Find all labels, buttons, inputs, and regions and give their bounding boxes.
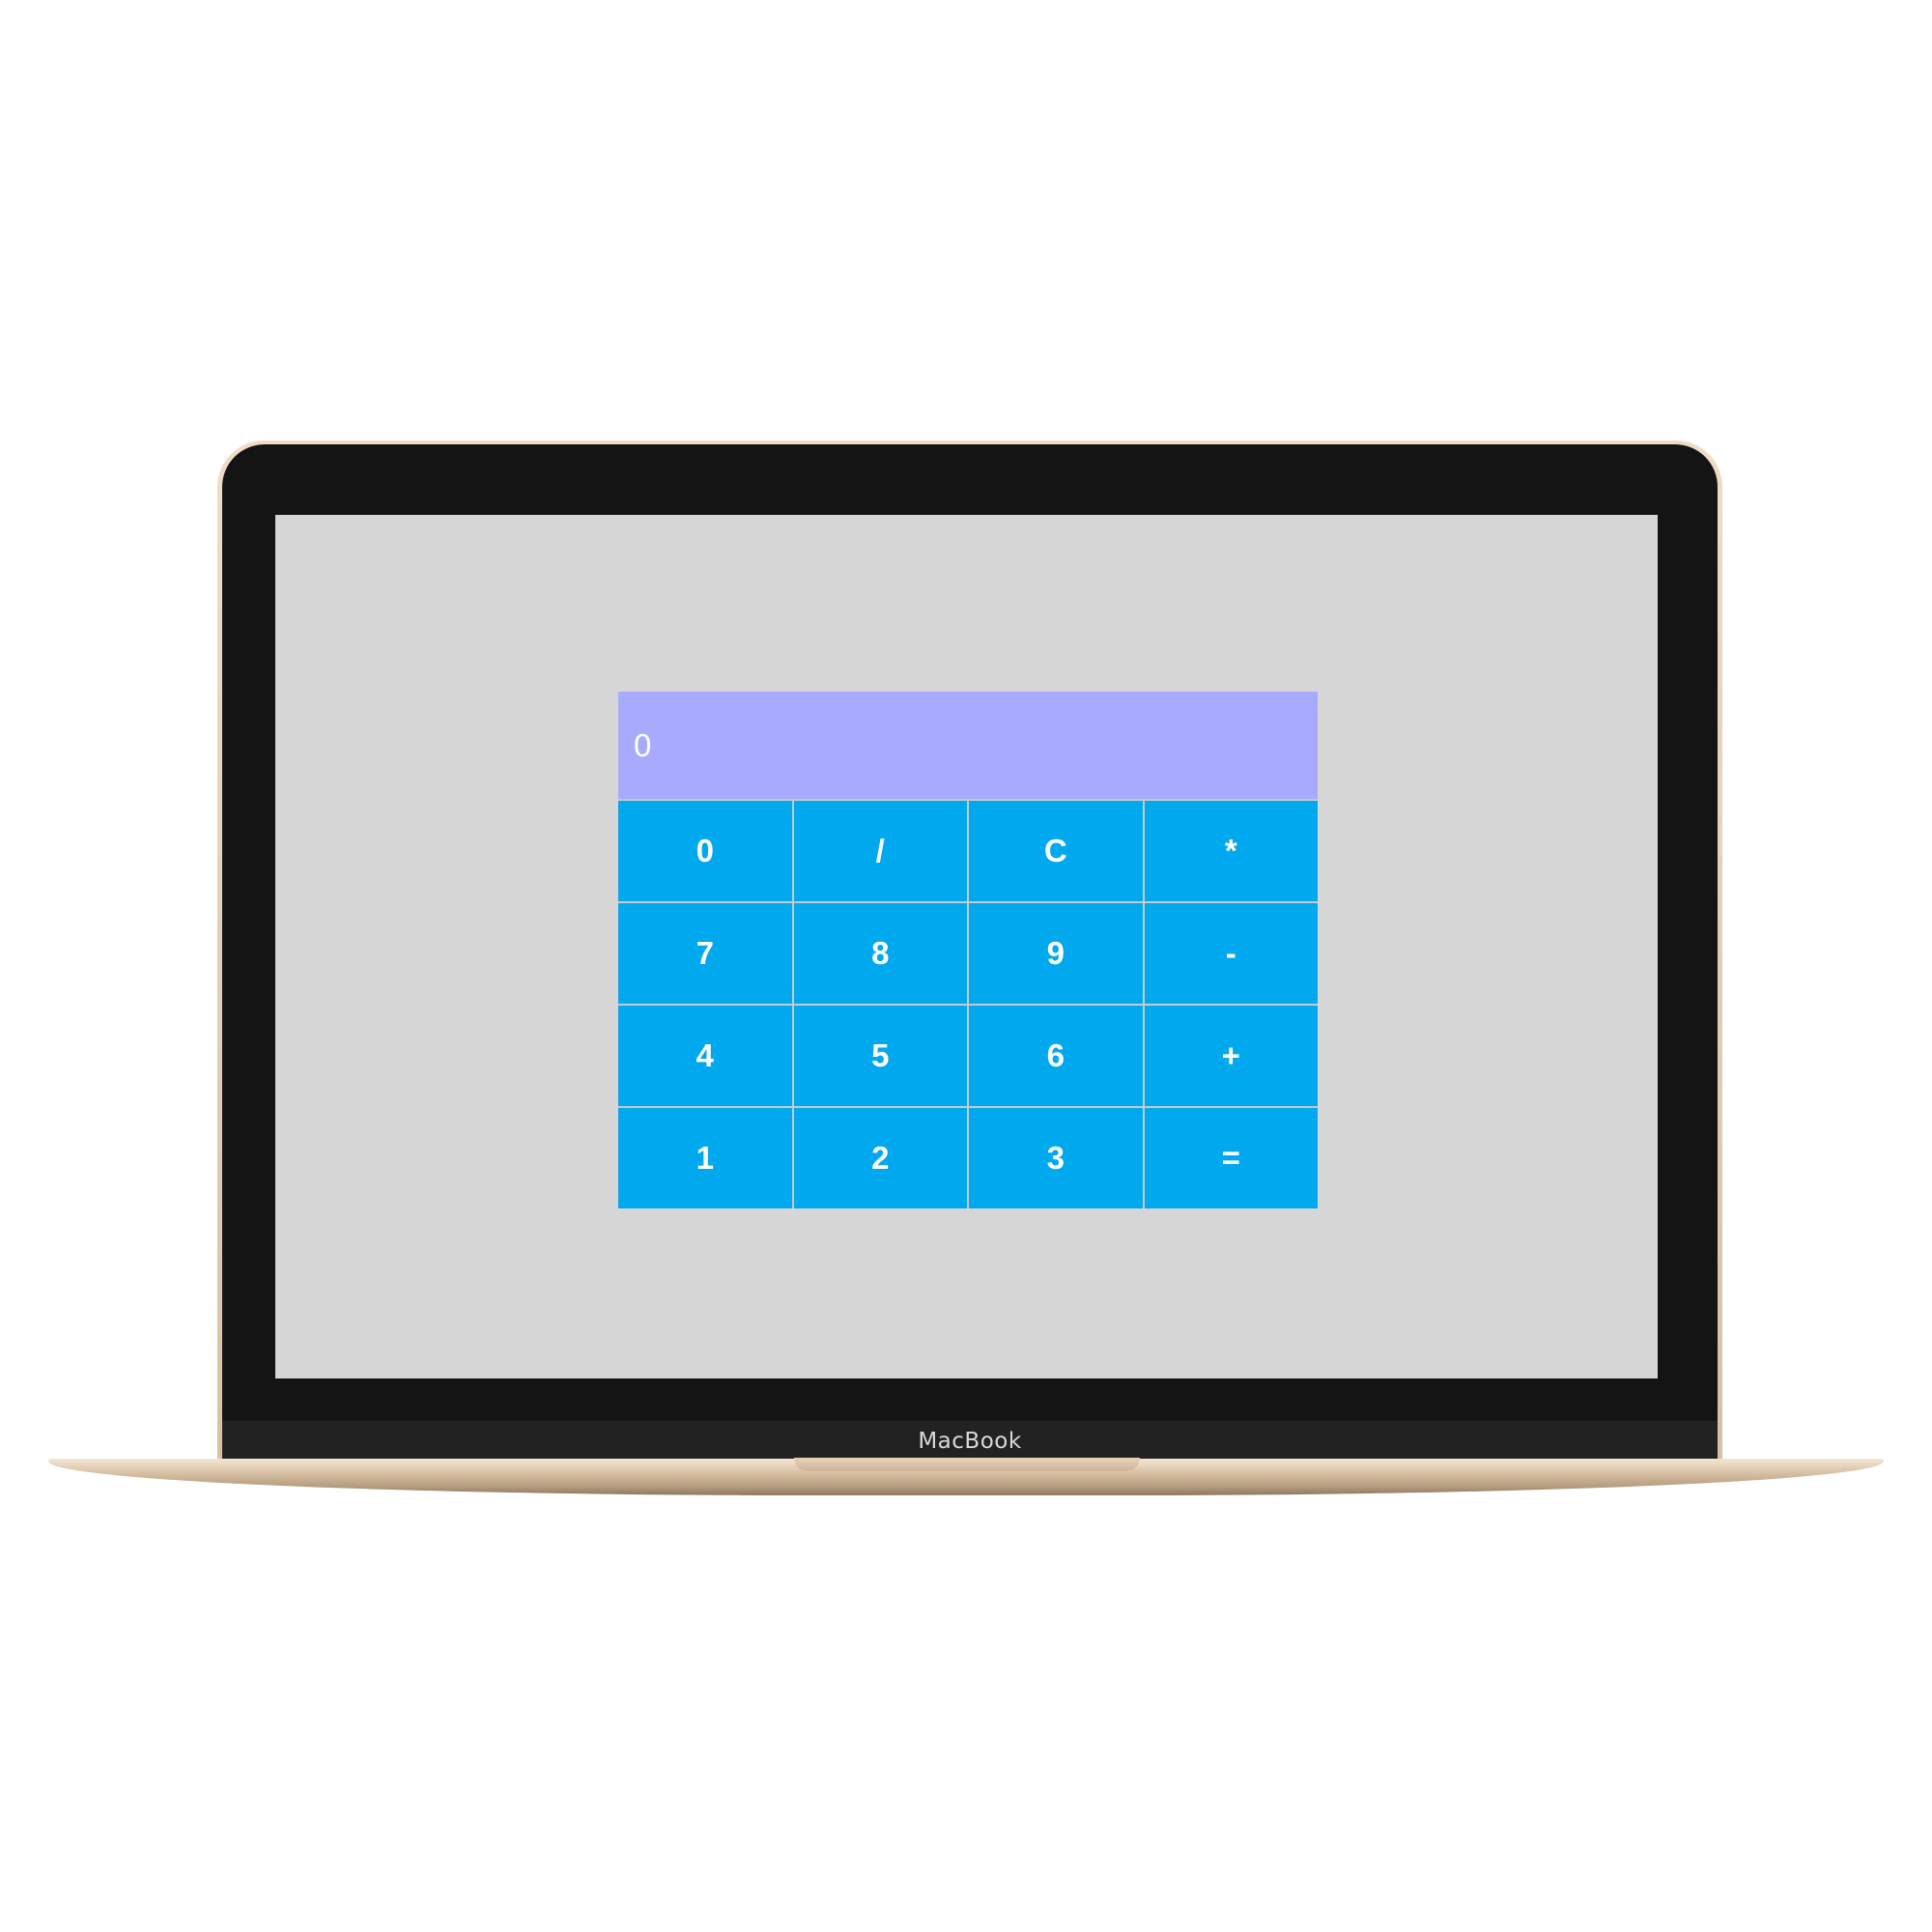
key-1[interactable]: 1	[618, 1108, 792, 1208]
calculator-display: 0	[618, 692, 1318, 799]
calculator: 0 0 / C * 7 8 9 - 4 5 6 + 1 2 3 =	[618, 692, 1318, 1208]
calculator-keypad: 0 / C * 7 8 9 - 4 5 6 + 1 2 3 =	[618, 799, 1318, 1208]
key-subtract[interactable]: -	[1144, 903, 1318, 1004]
key-equals[interactable]: =	[1144, 1108, 1318, 1208]
key-7[interactable]: 7	[618, 903, 792, 1004]
key-clear[interactable]: C	[969, 801, 1143, 901]
key-9[interactable]: 9	[969, 903, 1143, 1004]
laptop-mockup: MacBook 0 0 / C * 7 8 9 - 4 5 6 + 1 2 3	[0, 0, 1932, 1932]
laptop-screen: 0 0 / C * 7 8 9 - 4 5 6 + 1 2 3 =	[275, 515, 1658, 1378]
key-4[interactable]: 4	[618, 1006, 792, 1106]
key-6[interactable]: 6	[969, 1006, 1143, 1106]
key-multiply[interactable]: *	[1144, 801, 1318, 901]
key-add[interactable]: +	[1144, 1006, 1318, 1106]
key-8[interactable]: 8	[793, 903, 967, 1004]
key-2[interactable]: 2	[793, 1108, 967, 1208]
brand-label: MacBook	[918, 1429, 1022, 1454]
key-divide[interactable]: /	[793, 801, 967, 901]
key-5[interactable]: 5	[793, 1006, 967, 1106]
bezel-chin: MacBook	[222, 1421, 1718, 1462]
key-3[interactable]: 3	[969, 1108, 1143, 1208]
base-hinge-notch	[794, 1458, 1140, 1471]
key-0[interactable]: 0	[618, 801, 792, 901]
